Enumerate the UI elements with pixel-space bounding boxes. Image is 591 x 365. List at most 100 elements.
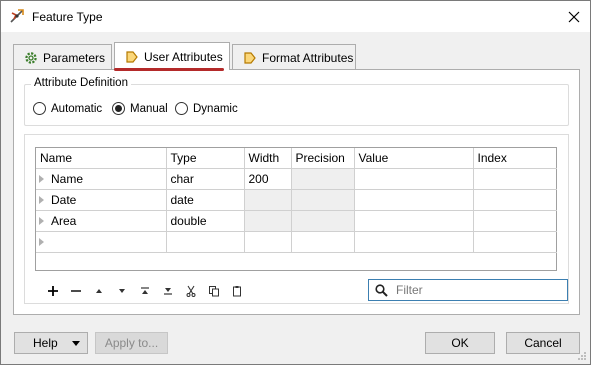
column-header-precision[interactable]: Precision [291, 148, 355, 169]
cell-index[interactable] [473, 231, 557, 253]
column-header-value[interactable]: Value [354, 148, 474, 169]
cell-type[interactable]: double [166, 210, 245, 232]
move-top-button[interactable] [133, 281, 156, 301]
cell-index[interactable] [473, 210, 557, 232]
tab-format-attributes[interactable]: Format Attributes [232, 44, 356, 70]
attributes-table-frame: Name Type Width Precision Value Index Na… [24, 134, 569, 304]
arrow-tag-icon [126, 50, 138, 63]
title-bar: Feature Type [1, 1, 590, 32]
resize-grip-icon[interactable] [577, 351, 587, 361]
move-down-button[interactable] [110, 281, 133, 301]
attributes-grid: Name Type Width Precision Value Index Na… [35, 147, 557, 271]
column-header-width[interactable]: Width [244, 148, 292, 169]
tab-user-attributes-label: User Attributes [144, 49, 223, 64]
cell-width[interactable]: 200 [244, 168, 292, 190]
column-header-name[interactable]: Name [36, 148, 167, 169]
add-row-button[interactable] [41, 281, 64, 301]
table-row[interactable]: Date date [36, 189, 557, 211]
tab-parameters[interactable]: Parameters [13, 44, 112, 70]
cancel-button[interactable]: Cancel [506, 332, 580, 354]
paste-button[interactable] [225, 281, 248, 301]
search-icon [375, 283, 388, 297]
table-row-new[interactable] [36, 231, 557, 253]
close-button[interactable] [558, 1, 590, 32]
filter-input[interactable] [394, 282, 554, 298]
remove-row-button[interactable] [64, 281, 87, 301]
attributes-table: Name Type Width Precision Value Index Na… [36, 148, 557, 253]
row-indicator-icon [39, 175, 44, 184]
fme-app-icon [9, 8, 25, 24]
cell-precision[interactable] [291, 231, 355, 253]
add-icon [47, 286, 58, 296]
move-bottom-icon [163, 288, 172, 295]
attribute-definition-group: Attribute Definition Automatic Manual Dy… [24, 77, 569, 126]
apply-to-button[interactable]: Apply to... [95, 332, 168, 354]
cell-width [244, 210, 292, 232]
move-up-button[interactable] [87, 281, 110, 301]
cell-type[interactable]: date [166, 189, 245, 211]
cut-button[interactable] [179, 281, 202, 301]
move-bottom-button[interactable] [156, 281, 179, 301]
row-indicator-icon [39, 196, 44, 205]
tab-format-attributes-label: Format Attributes [262, 50, 354, 65]
close-icon [568, 11, 580, 22]
paste-icon [232, 286, 241, 297]
row-indicator-icon [39, 238, 44, 247]
window-title: Feature Type [32, 10, 103, 24]
gear-icon [25, 51, 37, 64]
active-tab-underline [114, 68, 224, 71]
cell-index[interactable] [473, 168, 557, 190]
copy-button[interactable] [202, 281, 225, 301]
move-up-icon [95, 289, 102, 293]
cell-precision [291, 189, 355, 211]
help-button-label: Help [33, 336, 58, 350]
cell-name[interactable]: Name [36, 168, 167, 190]
column-header-type[interactable]: Type [166, 148, 245, 169]
arrow-tag-icon [244, 51, 256, 64]
tab-user-attributes[interactable]: User Attributes [114, 42, 230, 70]
radio-automatic[interactable]: Automatic [33, 102, 102, 115]
cell-width[interactable] [244, 231, 292, 253]
cell-precision [291, 210, 355, 232]
row-indicator-icon [39, 217, 44, 226]
move-top-icon [140, 287, 149, 294]
cancel-button-label: Cancel [524, 336, 562, 350]
cell-value[interactable] [354, 168, 474, 190]
apply-to-button-label: Apply to... [104, 336, 159, 350]
column-header-index[interactable]: Index [473, 148, 557, 169]
cell-precision [291, 168, 355, 190]
cell-value[interactable] [354, 231, 474, 253]
tab-parameters-label: Parameters [43, 50, 106, 65]
radio-button-selected[interactable] [112, 102, 125, 115]
cell-name[interactable]: Date [36, 189, 167, 211]
copy-icon [208, 286, 219, 297]
ok-button[interactable]: OK [425, 332, 495, 354]
radio-manual-label: Manual [130, 102, 168, 115]
radio-manual[interactable]: Manual [112, 102, 168, 115]
cell-index[interactable] [473, 189, 557, 211]
feature-type-dialog: Feature Type Parameters User Attributes [0, 0, 591, 365]
radio-automatic-label: Automatic [51, 102, 103, 115]
cell-name[interactable]: Area [36, 210, 167, 232]
cell-type[interactable]: char [166, 168, 245, 190]
table-toolbar [41, 281, 248, 301]
table-row[interactable]: Name char 200 [36, 168, 557, 190]
help-button[interactable]: Help [14, 332, 88, 354]
cell-type[interactable] [166, 231, 245, 253]
attribute-definition-label: Attribute Definition [31, 77, 131, 89]
radio-dynamic-label: Dynamic [193, 102, 238, 115]
radio-button[interactable] [175, 102, 188, 115]
cell-value[interactable] [354, 189, 474, 211]
filter-field[interactable] [368, 279, 568, 301]
move-down-icon [118, 289, 125, 293]
radio-dynamic[interactable]: Dynamic [175, 102, 238, 115]
table-row[interactable]: Area double [36, 210, 557, 232]
table-header-row: Name Type Width Precision Value Index [36, 148, 557, 169]
chevron-down-icon [72, 341, 80, 346]
cell-value[interactable] [354, 210, 474, 232]
remove-icon [70, 290, 81, 292]
cell-width [244, 189, 292, 211]
cell-name[interactable] [36, 231, 167, 253]
radio-button[interactable] [33, 102, 46, 115]
ok-button-label: OK [451, 336, 469, 350]
